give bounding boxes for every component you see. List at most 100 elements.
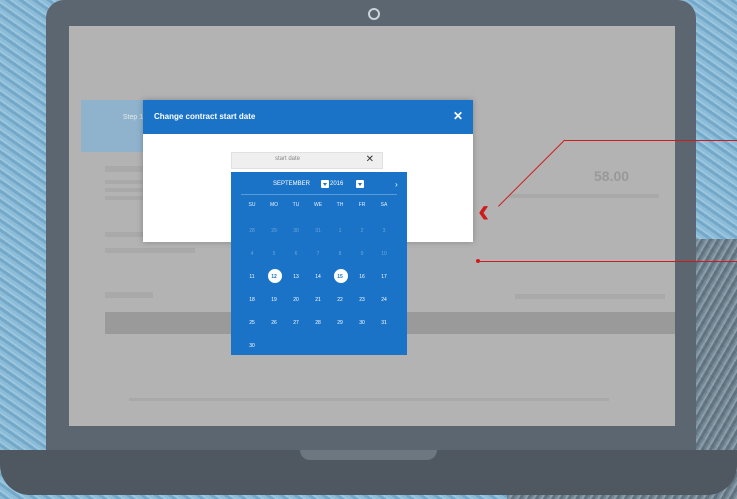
calendar-day[interactable]: 23 xyxy=(353,293,371,307)
calendar-day-label: 31 xyxy=(381,320,387,326)
calendar-day-label: 31 xyxy=(315,228,321,234)
calendar-day[interactable]: 30 xyxy=(243,339,261,353)
calendar-day[interactable]: 7 xyxy=(309,247,327,261)
calendar-day[interactable]: 9 xyxy=(353,247,371,261)
calendar-day[interactable]: 1 xyxy=(331,224,349,238)
calendar-day[interactable]: 15 xyxy=(331,269,349,284)
weekday-label: TU xyxy=(292,202,300,208)
calendar-day[interactable]: 28 xyxy=(243,224,261,238)
annotation-dot xyxy=(476,259,480,263)
calendar-day-label: 9 xyxy=(360,251,364,257)
year-dropdown-icon[interactable] xyxy=(356,180,364,188)
calendar-day-label: 22 xyxy=(337,297,343,303)
calendar-day-label: 17 xyxy=(381,274,387,280)
calendar-day[interactable]: 18 xyxy=(243,293,261,307)
bg-text-line xyxy=(105,292,153,298)
calendar-day[interactable]: 19 xyxy=(265,293,283,307)
calendar-day[interactable]: 27 xyxy=(287,316,305,330)
year-select[interactable]: 2016 xyxy=(330,181,343,187)
calendar-day[interactable]: 28 xyxy=(309,316,327,330)
weekday-label: TH xyxy=(336,202,344,208)
calendar-day-label: 15 xyxy=(337,274,343,280)
calendar-day[interactable]: 20 xyxy=(287,293,305,307)
bg-text-line xyxy=(509,194,659,198)
annotation-line xyxy=(478,261,737,262)
calendar-divider xyxy=(241,194,397,195)
calendar-day[interactable]: 21 xyxy=(309,293,327,307)
calendar-day-label: 14 xyxy=(315,274,321,280)
modal-title: Change contract start date xyxy=(154,112,256,121)
calendar-day[interactable]: 10 xyxy=(375,247,393,261)
calendar-day[interactable]: 14 xyxy=(309,270,327,284)
calendar-day-label: 8 xyxy=(338,251,342,257)
calendar-day[interactable]: 31 xyxy=(309,224,327,238)
calendar-day[interactable]: 2 xyxy=(353,224,371,238)
calendar-day[interactable]: 6 xyxy=(287,247,305,261)
calendar-day-label: 25 xyxy=(249,320,255,326)
calendar-day[interactable]: 17 xyxy=(375,270,393,284)
calendar-day[interactable]: 29 xyxy=(265,224,283,238)
chevron-left-icon: ‹ xyxy=(478,192,490,230)
calendar-day[interactable]: 11 xyxy=(243,270,261,284)
start-date-placeholder: start date xyxy=(275,156,301,162)
calendar-day[interactable]: 3 xyxy=(375,224,393,238)
weekday-label: SA xyxy=(380,202,388,208)
calendar-day[interactable]: 13 xyxy=(287,270,305,284)
calendar-header: SEPTEMBER 2016 › xyxy=(231,179,407,193)
month-dropdown-icon[interactable] xyxy=(321,180,329,188)
calendar-day[interactable]: 22 xyxy=(331,293,349,307)
calendar-day-label: 28 xyxy=(249,228,255,234)
calendar-day-label: 6 xyxy=(294,251,298,257)
bg-footer-line xyxy=(129,398,609,401)
close-icon[interactable]: ✕ xyxy=(453,109,463,123)
calendar-day-label: 18 xyxy=(249,297,255,303)
clear-date-icon[interactable]: ✕ xyxy=(366,154,374,165)
modal-header: Change contract start date ✕ xyxy=(143,100,473,134)
weekday-label: FR xyxy=(358,202,366,208)
calendar-day[interactable]: 16 xyxy=(353,270,371,284)
calendar-day[interactable]: 29 xyxy=(331,316,349,330)
calendar-day-label: 30 xyxy=(293,228,299,234)
calendar-day-label: 12 xyxy=(271,274,277,280)
calendar-day-label: 26 xyxy=(271,320,277,326)
calendar-day-label: 28 xyxy=(315,320,321,326)
calendar-day-label: 30 xyxy=(359,320,365,326)
calendar-day-label: 3 xyxy=(382,228,386,234)
calendar-day[interactable]: 8 xyxy=(331,247,349,261)
calendar-day-label: 27 xyxy=(293,320,299,326)
calendar-day-label: 30 xyxy=(249,343,255,349)
weekday-label: WE xyxy=(313,202,323,208)
calendar-day-label: 29 xyxy=(271,228,277,234)
date-picker-calendar: SEPTEMBER 2016 › SU MO TU WE TH FR SA 28 29 30 31… xyxy=(231,172,407,355)
calendar-day[interactable]: 30 xyxy=(287,224,305,238)
camera-icon xyxy=(368,8,380,20)
laptop-notch xyxy=(300,450,437,460)
calendar-day-label: 13 xyxy=(293,274,299,280)
start-date-input[interactable]: start date ✕ xyxy=(231,152,383,169)
calendar-day-label: 7 xyxy=(316,251,320,257)
next-month-icon[interactable]: › xyxy=(395,180,398,189)
calendar-day[interactable]: 31 xyxy=(375,316,393,330)
calendar-day-label: 4 xyxy=(250,251,254,257)
bg-price: 58.00 xyxy=(594,168,630,184)
bg-text-line xyxy=(515,294,665,299)
calendar-day[interactable]: 4 xyxy=(243,247,261,261)
calendar-day-label: 2 xyxy=(360,228,364,234)
weekday-label: SU xyxy=(248,202,256,208)
calendar-day-label: 1 xyxy=(338,228,342,234)
calendar-day-label: 20 xyxy=(293,297,299,303)
calendar-day-label: 24 xyxy=(381,297,387,303)
calendar-day[interactable]: 12 xyxy=(265,269,283,284)
calendar-day[interactable]: 5 xyxy=(265,247,283,261)
annotation-line xyxy=(565,140,737,141)
calendar-day[interactable]: 25 xyxy=(243,316,261,330)
calendar-day-label: 23 xyxy=(359,297,365,303)
month-select[interactable]: SEPTEMBER xyxy=(273,181,310,187)
calendar-day[interactable]: 26 xyxy=(265,316,283,330)
calendar-day-label: 19 xyxy=(271,297,277,303)
calendar-day-label: 29 xyxy=(337,320,343,326)
calendar-day-label: 10 xyxy=(381,251,387,257)
calendar-day[interactable]: 30 xyxy=(353,316,371,330)
calendar-day-label: 21 xyxy=(315,297,321,303)
calendar-day[interactable]: 24 xyxy=(375,293,393,307)
